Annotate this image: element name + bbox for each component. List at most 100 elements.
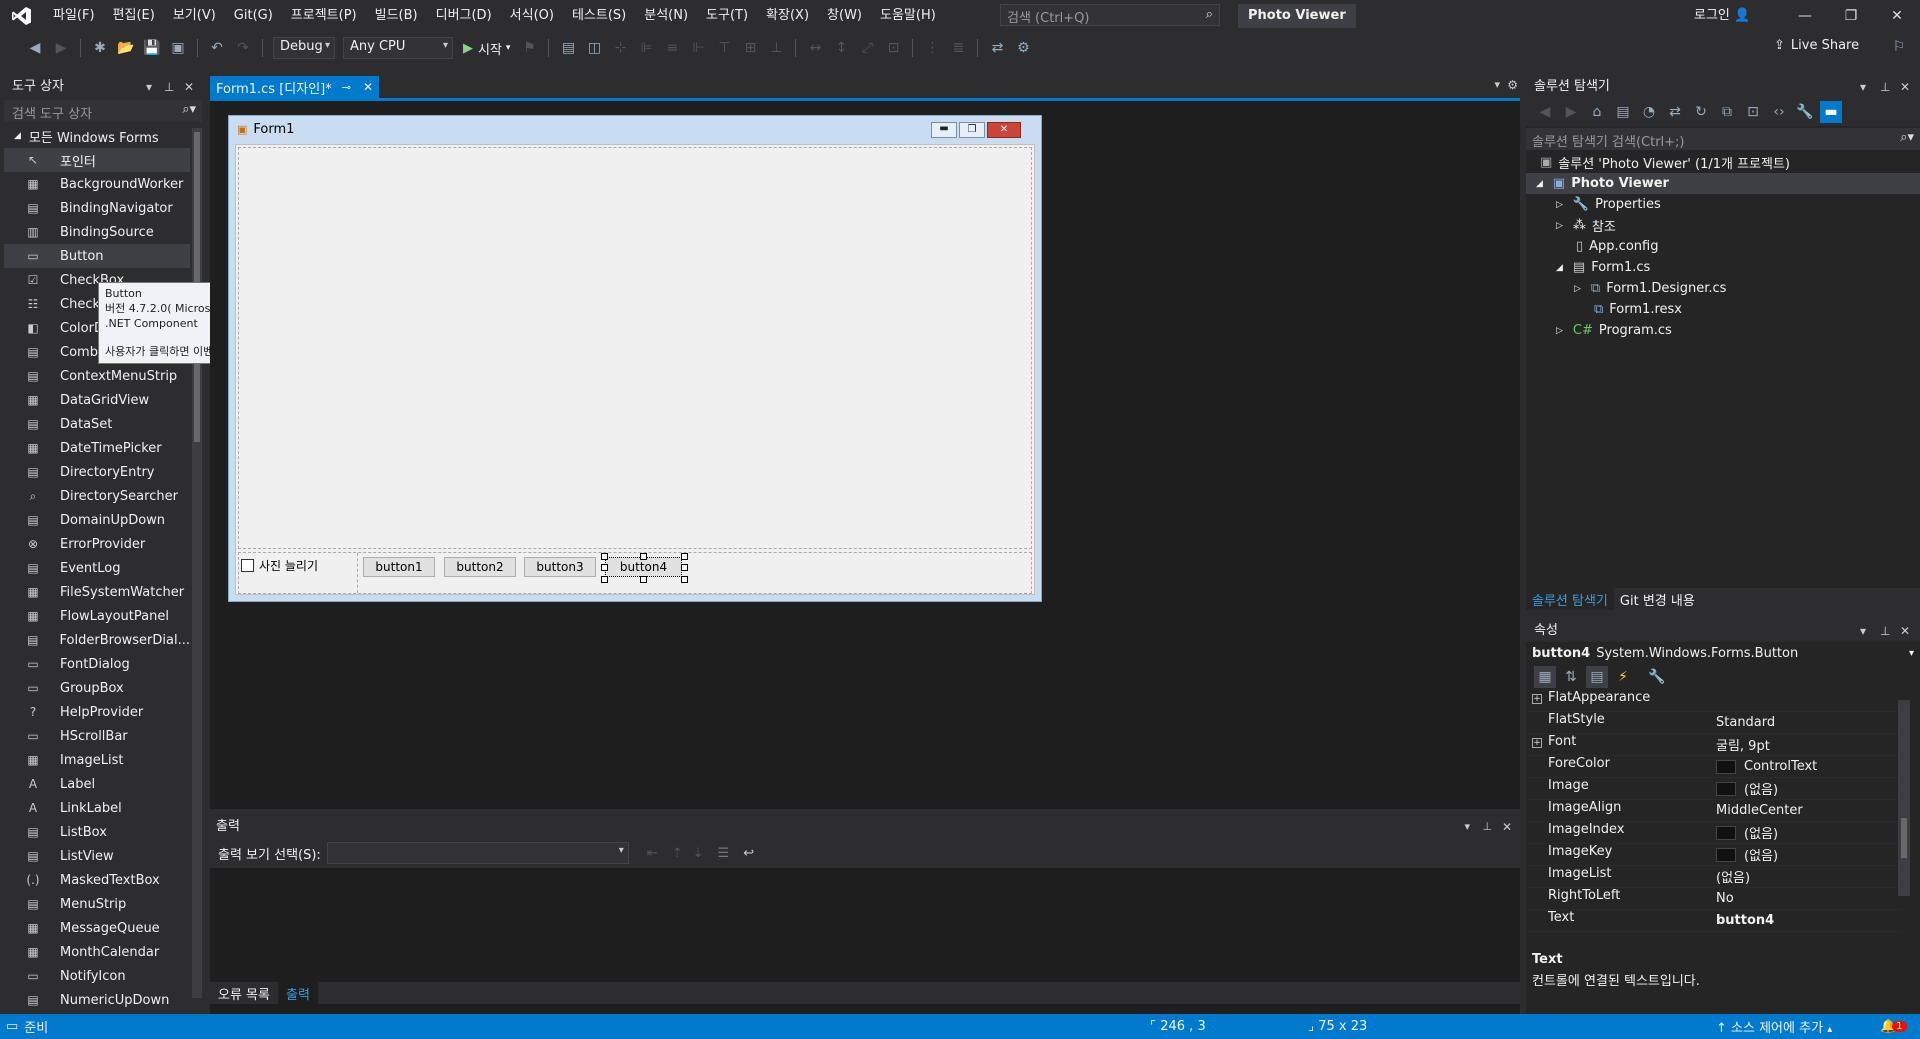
- resize-handle[interactable]: [640, 576, 647, 583]
- close-panel-icon[interactable]: ✕: [184, 76, 194, 98]
- properties-icon[interactable]: ▤: [1586, 666, 1608, 688]
- menu-view[interactable]: 보기(V): [164, 0, 225, 32]
- toolbox-item[interactable]: ▤ DataSet: [4, 412, 190, 436]
- toolbox-item[interactable]: ▭ Button: [4, 244, 190, 268]
- fire-icon[interactable]: ⚑: [518, 37, 540, 59]
- form1-designer-node[interactable]: ▷ ⧉ Form1.Designer.cs: [1526, 278, 1920, 299]
- tab-solution-explorer[interactable]: 솔루션 탐색기: [1526, 588, 1614, 610]
- save-icon[interactable]: 💾: [141, 37, 163, 59]
- gear-icon[interactable]: ⚙: [1507, 78, 1518, 92]
- toolbox-item[interactable]: ▦ ImageList: [4, 748, 190, 772]
- toolbox-item[interactable]: ▦ DataGridView: [4, 388, 190, 412]
- property-row[interactable]: FlatStyle Standard: [1526, 712, 1902, 734]
- menu-test[interactable]: 테스트(S): [563, 0, 635, 32]
- start-button[interactable]: ▶ 시작 ▾: [463, 39, 510, 58]
- menu-git[interactable]: Git(G): [225, 0, 282, 32]
- property-pages-icon[interactable]: 🔧: [1646, 666, 1668, 688]
- button4-selected[interactable]: button4: [605, 557, 682, 577]
- forward-icon[interactable]: ▶: [50, 37, 72, 59]
- designer-surface[interactable]: ▣ Form1 ▬ ❐ ✕ 사진 늘리기 button1 button2 butt…: [210, 101, 1520, 809]
- resize-handle[interactable]: [681, 576, 688, 583]
- tab-output[interactable]: 출력: [277, 982, 318, 1004]
- toolbox-item[interactable]: ▤ DirectoryEntry: [4, 460, 190, 484]
- property-value[interactable]: button4: [1712, 910, 1902, 931]
- toolbox-item[interactable]: ▦ FileSystemWatcher: [4, 580, 190, 604]
- quick-search-input[interactable]: 검색 (Ctrl+Q) ⌕: [1000, 4, 1220, 26]
- toolbox-item[interactable]: ▭ HScrollBar: [4, 724, 190, 748]
- toolbox-item[interactable]: ▥ BindingSource: [4, 220, 190, 244]
- show-all-files-icon[interactable]: ⊡: [1742, 101, 1764, 123]
- app-config-node[interactable]: ▯ App.config: [1526, 236, 1920, 257]
- menu-debug[interactable]: 디버그(D): [427, 0, 501, 32]
- menu-analyze[interactable]: 분석(N): [635, 0, 697, 32]
- tab-form1-designer[interactable]: Form1.cs [디자인]* ⊸ ✕: [210, 76, 380, 98]
- toolbox-item[interactable]: ▤ ListView: [4, 844, 190, 868]
- form1-node[interactable]: ◢ ▤ Form1.cs: [1526, 257, 1920, 278]
- toolbox-item[interactable]: A Label: [4, 772, 190, 796]
- toolbox-item[interactable]: ▤ NumericUpDown: [4, 988, 190, 1012]
- stretch-checkbox[interactable]: 사진 늘리기: [241, 557, 318, 574]
- program-node[interactable]: ▷ C# Program.cs: [1526, 320, 1920, 341]
- close-icon[interactable]: ✕: [1874, 0, 1920, 32]
- toolbox-item[interactable]: ▦ MessageQueue: [4, 916, 190, 940]
- toolbox-item[interactable]: ? HelpProvider: [4, 700, 190, 724]
- property-row[interactable]: ImageAlign MiddleCenter: [1526, 800, 1902, 822]
- toolbox-item[interactable]: ▤ FolderBrowserDial...: [4, 628, 190, 652]
- platform-select[interactable]: Any CPU: [343, 37, 453, 59]
- browser-link-icon[interactable]: ▤: [557, 37, 579, 59]
- same-width-icon[interactable]: ↔: [804, 37, 826, 59]
- save-all-icon[interactable]: ▣: [167, 37, 189, 59]
- dropdown-icon[interactable]: ▾: [1860, 620, 1866, 642]
- resize-handle[interactable]: [601, 564, 608, 571]
- picturebox[interactable]: [238, 147, 1032, 549]
- toolbox-item[interactable]: A LinkLabel: [4, 796, 190, 820]
- project-node[interactable]: ◢ ▣ Photo Viewer: [1526, 173, 1920, 194]
- pin-icon[interactable]: ⊥: [1880, 620, 1890, 642]
- restore-icon[interactable]: ❐: [1828, 0, 1874, 32]
- pin-icon[interactable]: ⊥: [164, 76, 174, 98]
- pending-changes-icon[interactable]: ◔: [1638, 101, 1660, 123]
- object-selector[interactable]: button4 System.Windows.Forms.Button ▾: [1526, 642, 1920, 664]
- property-row[interactable]: Image (없음): [1526, 778, 1902, 800]
- close-panel-icon[interactable]: ✕: [1502, 816, 1512, 838]
- property-row[interactable]: ForeColor ControlText: [1526, 756, 1902, 778]
- collapse-all-icon[interactable]: ⧉: [1716, 101, 1738, 123]
- property-row[interactable]: + FlatAppearance: [1526, 690, 1902, 712]
- align-right-icon[interactable]: ⊩: [687, 37, 709, 59]
- same-height-icon[interactable]: ↕: [830, 37, 852, 59]
- categorized-icon[interactable]: ▦: [1534, 666, 1556, 688]
- redo-icon[interactable]: ↷: [232, 37, 254, 59]
- switch-views-icon[interactable]: ▤: [1612, 101, 1634, 123]
- align-left-icon[interactable]: ⊫: [635, 37, 657, 59]
- menu-extensions[interactable]: 확장(X): [757, 0, 818, 32]
- expand-icon[interactable]: +: [1532, 694, 1542, 704]
- toolbox-item[interactable]: ▤ ListBox: [4, 820, 190, 844]
- menu-file[interactable]: 파일(F): [44, 0, 104, 32]
- screenshot-icon[interactable]: ◫: [583, 37, 605, 59]
- home-icon[interactable]: ⌂: [1586, 101, 1608, 123]
- pin-icon[interactable]: ⊸: [342, 81, 351, 94]
- toolbox-item[interactable]: ▤ ContextMenuStrip: [4, 364, 190, 388]
- toolbox-item[interactable]: ▭ FontDialog: [4, 652, 190, 676]
- word-wrap-icon[interactable]: ↩: [743, 846, 754, 861]
- property-value[interactable]: 굴림, 9pt: [1712, 734, 1902, 755]
- close-panel-icon[interactable]: ✕: [1900, 620, 1910, 642]
- menu-build[interactable]: 빌드(B): [366, 0, 427, 32]
- undo-icon[interactable]: ↶: [206, 37, 228, 59]
- events-icon[interactable]: ⚡: [1612, 666, 1634, 688]
- menu-window[interactable]: 창(W): [818, 0, 871, 32]
- button3[interactable]: button3: [524, 557, 596, 577]
- align-center-icon[interactable]: ≡: [661, 37, 683, 59]
- dropdown-icon[interactable]: ▾: [146, 76, 152, 98]
- minimize-icon[interactable]: —: [1782, 0, 1828, 32]
- prev-message-icon[interactable]: ⇡: [672, 846, 683, 861]
- menu-help[interactable]: 도움말(H): [871, 0, 945, 32]
- resize-handle[interactable]: [601, 553, 608, 560]
- toolbox-item[interactable]: ⌕ DirectorySearcher: [4, 484, 190, 508]
- toolbox-item[interactable]: ▭ NotifyIcon: [4, 964, 190, 988]
- back-icon[interactable]: ◀: [24, 37, 46, 59]
- resize-handle[interactable]: [640, 553, 647, 560]
- toolbox-item[interactable]: ▦ FlowLayoutPanel: [4, 604, 190, 628]
- scrollbar-thumb[interactable]: [1901, 818, 1907, 858]
- property-row[interactable]: ImageKey (없음): [1526, 844, 1902, 866]
